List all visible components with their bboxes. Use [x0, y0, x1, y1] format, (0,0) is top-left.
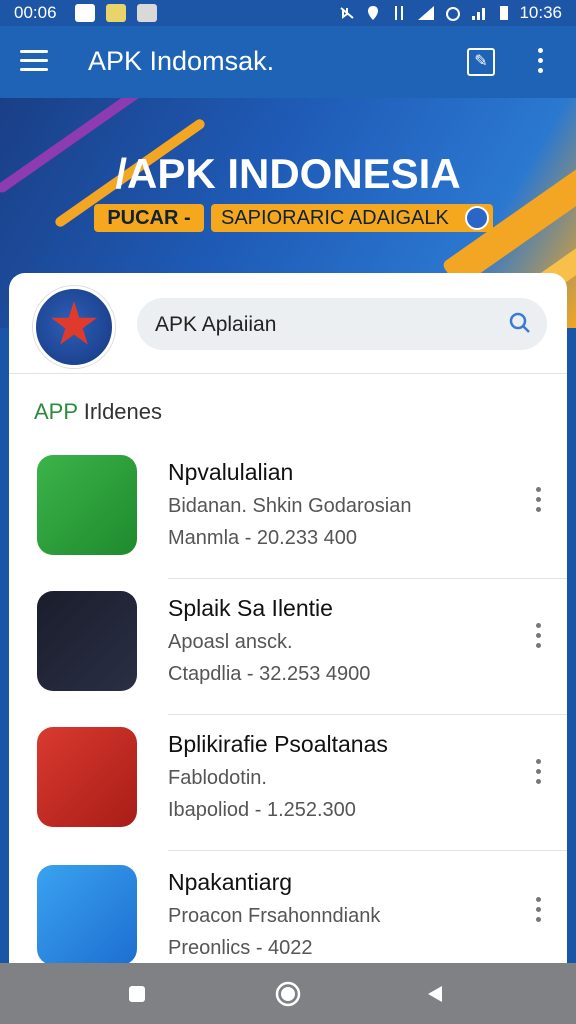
notification-photo-icon	[75, 4, 95, 22]
app-list-item[interactable]: Bplikirafie Psoaltanas Fablodotin. Ibapo…	[9, 715, 567, 851]
recents-icon[interactable]	[126, 983, 148, 1005]
back-icon[interactable]	[424, 983, 446, 1005]
section-title: APP Irldenes	[34, 399, 162, 425]
section-title-accent: APP	[34, 399, 78, 424]
item-more-icon[interactable]	[533, 623, 543, 651]
main-card: APP Irldenes Npvalulalian Bidanan. Shkin…	[9, 273, 567, 973]
star-icon	[50, 301, 98, 345]
hamburger-menu-icon[interactable]	[20, 50, 48, 72]
app-icon-1	[37, 455, 137, 555]
app-list-item[interactable]: Npvalulalian Bidanan. Shkin Godarosian M…	[9, 443, 567, 579]
banner-tag-secondary-label: SAPIORARIC ADAIGALK	[221, 207, 449, 229]
status-bar: 00:06 10:36	[0, 0, 576, 26]
app-icon-2	[37, 591, 137, 691]
status-time-right: 10:36	[519, 3, 562, 22]
notification-app-icon	[137, 4, 157, 22]
mute-icon	[340, 7, 355, 19]
app-logo	[33, 286, 115, 368]
app-meta: Ibapoliod - 1.252.300	[168, 799, 356, 821]
home-icon[interactable]	[275, 981, 301, 1007]
item-more-icon[interactable]	[533, 487, 543, 515]
notification-shield-icon	[106, 4, 126, 22]
app-name: Bplikirafie Psoaltanas	[168, 731, 388, 757]
banner-tag-secondary: SAPIORARIC ADAIGALK	[211, 204, 493, 232]
app-title: APK Indomsak.	[88, 46, 275, 76]
status-time-left: 00:06	[14, 3, 57, 22]
app-list-item[interactable]: Npakantiarg Proacon Frsahonndiank Preonl…	[9, 853, 567, 973]
search-input[interactable]	[153, 298, 487, 352]
system-nav-bar	[0, 963, 576, 1024]
item-more-icon[interactable]	[533, 897, 543, 925]
banner-badge-icon	[465, 206, 489, 230]
app-meta: Ctapdlia - 32.253 4900	[168, 663, 371, 685]
item-more-icon[interactable]	[533, 759, 543, 787]
signal-icon	[418, 6, 435, 20]
app-subtitle: Bidanan. Shkin Godarosian	[168, 495, 412, 517]
location-icon	[368, 6, 379, 20]
app-subtitle: Proacon Frsahonndiank	[168, 905, 381, 927]
app-bar: APK Indomsak. ✎	[0, 26, 576, 98]
banner-tag-primary: PUCAR -	[94, 204, 204, 232]
more-vert-icon[interactable]	[535, 48, 545, 76]
app-icon-3	[37, 727, 137, 827]
edit-icon[interactable]: ✎	[467, 48, 495, 76]
banner-title: /APK INDONESIA	[115, 150, 461, 197]
divider	[9, 373, 567, 374]
battery-icon	[500, 6, 509, 20]
search-bar[interactable]	[137, 298, 547, 352]
status-icons: 10:36	[339, 3, 562, 23]
search-icon[interactable]	[509, 312, 531, 334]
section-title-rest: Irldenes	[77, 399, 163, 424]
app-icon-4	[37, 865, 137, 965]
app-list-item[interactable]: Splaik Sa Ilentie Apoasl ansck. Ctapdlia…	[9, 579, 567, 715]
app-name: Npakantiarg	[168, 869, 293, 895]
app-subtitle: Fablodotin.	[168, 767, 267, 789]
divider	[168, 850, 567, 851]
alarm-icon	[446, 7, 461, 21]
app-subtitle: Apoasl ansck.	[168, 631, 293, 653]
data-icon	[395, 6, 404, 20]
app-meta: Manmla - 20.233 400	[168, 527, 358, 549]
app-name: Splaik Sa Ilentie	[168, 595, 333, 621]
signal-bars-icon	[472, 8, 486, 20]
app-name: Npvalulalian	[168, 459, 294, 485]
app-meta: Preonlics - 4022	[168, 937, 313, 959]
